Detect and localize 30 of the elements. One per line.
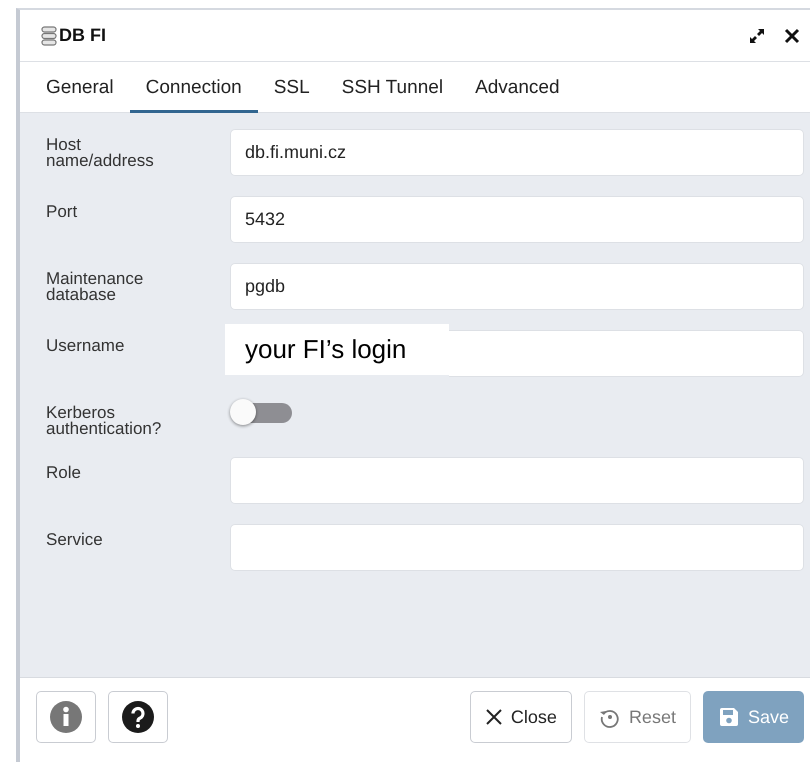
tab[interactable]: SSH Tunnel [326, 62, 460, 113]
info-button[interactable] [36, 691, 96, 743]
tab[interactable]: General [30, 62, 130, 113]
close-icon[interactable] [784, 28, 800, 44]
tab[interactable]: SSL [258, 62, 326, 113]
field-label: Maintenance database [46, 268, 144, 303]
expand-icon[interactable] [748, 26, 766, 44]
input-field[interactable] [449, 330, 804, 377]
save-icon [718, 706, 740, 728]
toggle-switch[interactable] [230, 399, 292, 425]
input-field[interactable] [230, 524, 804, 571]
close-button[interactable]: Close [470, 691, 572, 743]
field-label: Host name/address [46, 134, 155, 169]
tab[interactable]: Advanced [459, 62, 576, 113]
close-icon [484, 708, 503, 726]
field-label: Port [46, 201, 78, 220]
input-field[interactable] [230, 457, 804, 504]
annotation-note: your FI’s login [225, 324, 449, 375]
help-button[interactable] [108, 691, 168, 743]
input-field[interactable]: db.fi.muni.cz [230, 129, 804, 176]
field-label: Kerberos authentication? [46, 402, 162, 437]
field-label: Username [46, 335, 126, 354]
info-icon [50, 701, 82, 733]
input-field[interactable]: 5432 [230, 196, 804, 243]
window-title: DB FI [59, 25, 107, 46]
database-icon [41, 26, 57, 46]
help-icon [122, 701, 154, 733]
input-field[interactable]: pgdb [230, 263, 804, 310]
field-label: Service [46, 529, 104, 548]
field-label: Role [46, 462, 82, 481]
